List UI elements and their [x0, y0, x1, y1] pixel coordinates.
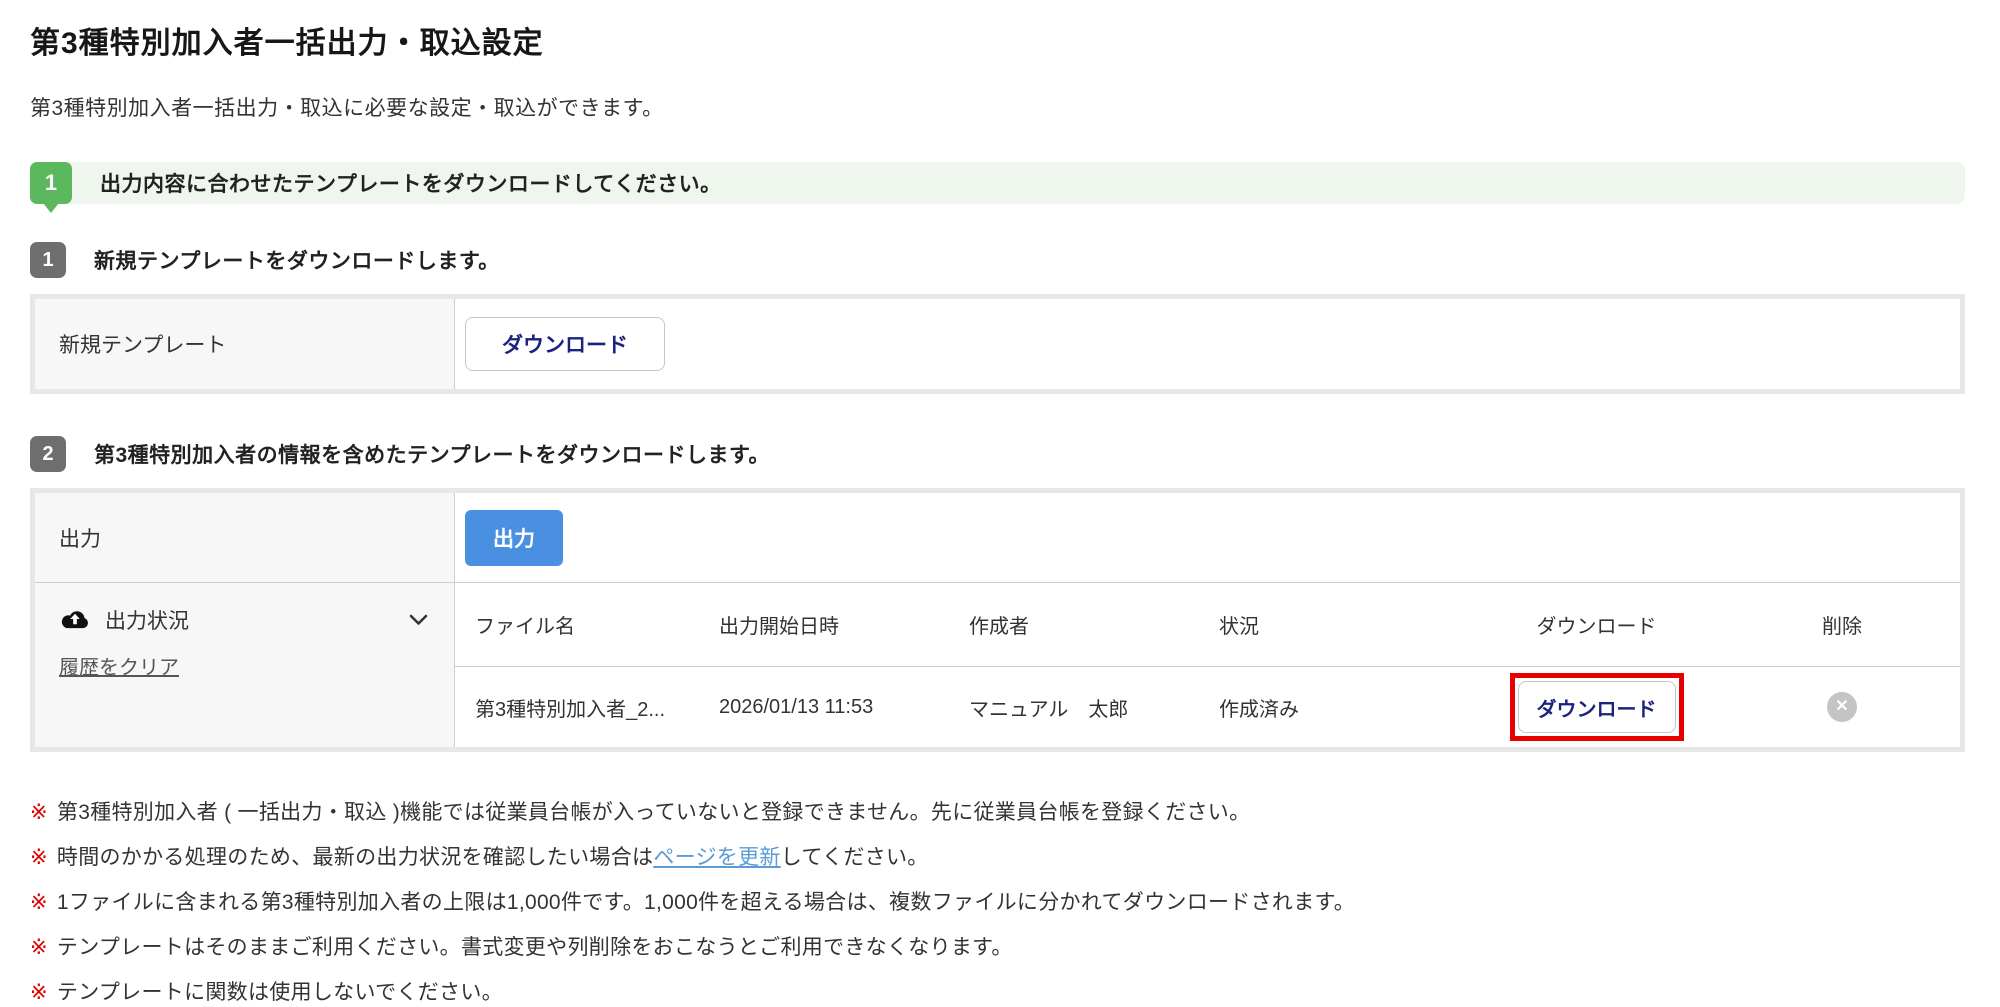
note-5-marker: ※	[30, 981, 48, 1004]
cell-started-at: 2026/01/13 11:53	[719, 695, 874, 718]
section1-heading: 1 新規テンプレートをダウンロードします。	[30, 242, 1970, 278]
note-1-marker: ※	[30, 801, 48, 824]
export-label: 出力	[35, 493, 455, 582]
export-row: 出力 出力	[35, 493, 1960, 583]
row-download-button[interactable]: ダウンロード	[1517, 681, 1676, 733]
note-2: ※ 時間のかかる処理のため、最新の出力状況を確認したい場合はページを更新してくださ…	[30, 841, 1970, 871]
note-2-marker: ※	[30, 846, 48, 869]
page-title: 第3種特別加入者一括出力・取込設定	[30, 27, 544, 60]
cloud-upload-icon	[61, 611, 88, 629]
section2-heading-text: 第3種特別加入者の情報を含めたテンプレートをダウンロードします。	[94, 444, 770, 467]
new-template-label: 新規テンプレート	[35, 299, 455, 389]
table-row: 第3種特別加入者_2... 2026/01/13 11:53 マニュアル 太郎 …	[455, 667, 1960, 747]
note-2-text-post: してください。	[780, 846, 929, 869]
cell-creator: マニュアル 太郎	[969, 698, 1129, 721]
chevron-down-icon[interactable]	[409, 614, 428, 626]
header-creator: 作成者	[969, 616, 1029, 638]
note-4-text: テンプレートはそのままご利用ください。書式変更や列削除をおこなうとご利用できなく…	[56, 936, 1013, 959]
footnotes: ※ 第3種特別加入者 ( 一括出力・取込 )機能では従業員台帳が入っていないと登録…	[30, 796, 1970, 1006]
new-template-content: ダウンロード	[455, 299, 1960, 389]
note-5-text: テンプレートに関数は使用しないでください。	[56, 981, 503, 1004]
step-banner: 1 出力内容に合わせたテンプレートをダウンロードしてください。	[30, 162, 1965, 204]
export-content: 出力	[455, 493, 1960, 582]
export-status-row: 出力状況 履歴をクリア ファイル名 出力開始日時 作成者 状況 ダウンロード 削…	[35, 583, 1960, 747]
history-table-header: ファイル名 出力開始日時 作成者 状況 ダウンロード 削除	[455, 583, 1960, 667]
section2-number-badge: 2	[30, 436, 66, 472]
step-number-badge: 1	[30, 162, 72, 204]
section2-heading: 2 第3種特別加入者の情報を含めたテンプレートをダウンロードします。	[30, 436, 1970, 472]
new-template-download-button[interactable]: ダウンロード	[465, 317, 665, 371]
export-status-cell: 出力状況 履歴をクリア	[35, 583, 455, 747]
note-3-marker: ※	[30, 891, 48, 914]
export-button[interactable]: 出力	[465, 509, 563, 566]
note-1-text: 第3種特別加入者 ( 一括出力・取込 )機能では従業員台帳が入っていないと登録で…	[56, 801, 1251, 824]
note-3-text: 1ファイルに含まれる第3種特別加入者の上限は1,000件です。1,000件を超え…	[56, 891, 1356, 914]
header-download: ダウンロード	[1536, 616, 1657, 638]
cell-status: 作成済み	[1219, 698, 1299, 721]
page: 第3種特別加入者一括出力・取込設定 第3種特別加入者一括出力・取込に必要な設定・…	[0, 0, 2000, 1007]
note-5: ※ テンプレートに関数は使用しないでください。	[30, 976, 1970, 1006]
new-template-row: 新規テンプレート ダウンロード	[35, 299, 1960, 389]
note-2-text-pre: 時間のかかる処理のため、最新の出力状況を確認したい場合は	[56, 846, 654, 869]
note-3: ※ 1ファイルに含まれる第3種特別加入者の上限は1,000件です。1,000件を超…	[30, 886, 1970, 916]
section1-number-badge: 1	[30, 242, 66, 278]
export-panel: 出力 出力 出力状況 履歴をクリア ファイル名 出力開始日時 作成者 状況 ダウ…	[30, 488, 1965, 752]
header-delete: 削除	[1822, 616, 1862, 638]
cell-download: ダウンロード	[1469, 673, 1724, 741]
export-status-label: 出力状況	[105, 610, 189, 633]
note-4-marker: ※	[30, 936, 48, 959]
new-template-panel: 新規テンプレート ダウンロード	[30, 294, 1965, 394]
refresh-page-link[interactable]: ページを更新	[653, 846, 780, 869]
header-status: 状況	[1219, 616, 1259, 638]
red-highlight-annotation: ダウンロード	[1509, 673, 1684, 741]
page-subtitle: 第3種特別加入者一括出力・取込に必要な設定・取込ができます。	[30, 97, 664, 120]
delete-icon[interactable]: ✕	[1827, 692, 1857, 722]
step-banner-text: 出力内容に合わせたテンプレートをダウンロードしてください。	[100, 173, 722, 196]
cell-delete: ✕	[1724, 692, 1960, 722]
header-started-at: 出力開始日時	[719, 616, 839, 638]
section1-heading-text: 新規テンプレートをダウンロードします。	[94, 250, 500, 273]
note-4: ※ テンプレートはそのままご利用ください。書式変更や列削除をおこなうとご利用できな…	[30, 931, 1970, 961]
export-status-header[interactable]: 出力状況	[59, 605, 454, 635]
note-1: ※ 第3種特別加入者 ( 一括出力・取込 )機能では従業員台帳が入っていないと登録…	[30, 796, 1970, 826]
cell-file-name: 第3種特別加入者_2...	[475, 698, 666, 721]
export-history-table: ファイル名 出力開始日時 作成者 状況 ダウンロード 削除 第3種特別加入者_2…	[455, 583, 1960, 747]
header-file-name: ファイル名	[475, 616, 575, 638]
clear-history-link[interactable]: 履歴をクリア	[59, 651, 179, 680]
